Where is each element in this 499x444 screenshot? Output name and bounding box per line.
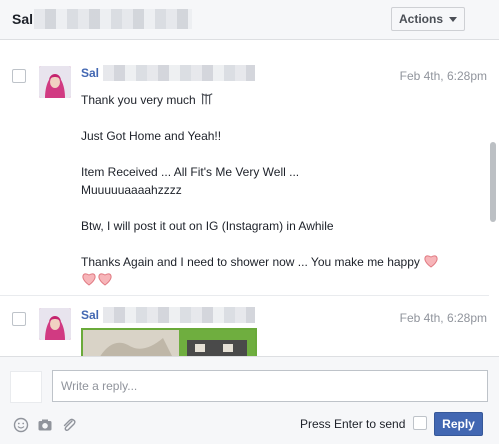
avatar[interactable]	[39, 66, 71, 98]
message-item: Sal Feb 4th, 6:28pm Thank you very much …	[0, 41, 489, 295]
message-line: Item Received ... All Fit's Me Very Well…	[81, 165, 300, 179]
sender-name[interactable]: Sal	[81, 66, 99, 80]
message-thread[interactable]: Sal Feb 4th, 6:28pm Thank you very much …	[0, 41, 499, 356]
message-timestamp: Feb 4th, 6:28pm	[399, 69, 487, 83]
heart-icon	[98, 273, 112, 286]
redacted-name-blur	[103, 307, 255, 323]
reply-button[interactable]: Reply	[434, 412, 483, 436]
message-line: Muuuuuaaaahzzzz	[81, 183, 182, 197]
photo-attachment[interactable]	[81, 328, 257, 356]
reply-input[interactable]	[52, 370, 488, 402]
message-line: Thanks Again and I need to shower now ..…	[81, 255, 420, 269]
bow-emoticon-icon	[201, 93, 213, 105]
message-select-checkbox[interactable]	[12, 69, 26, 83]
press-enter-label: Press Enter to send	[300, 417, 406, 431]
my-avatar	[10, 371, 42, 403]
camera-icon[interactable]	[37, 417, 53, 433]
chevron-down-icon	[449, 16, 457, 22]
actions-button[interactable]: Actions	[391, 7, 465, 31]
redacted-name-blur	[103, 65, 255, 81]
message-timestamp: Feb 4th, 6:28pm	[399, 311, 487, 325]
heart-icon	[82, 273, 96, 286]
message-line: Thank you very much	[81, 93, 196, 107]
conversation-header: Sal Actions	[0, 0, 499, 40]
thread-scrollbar[interactable]	[490, 142, 496, 222]
redacted-name-blur	[34, 9, 192, 29]
press-enter-checkbox[interactable]	[413, 416, 427, 430]
reply-composer: Press Enter to send Reply	[0, 356, 499, 444]
message-select-checkbox[interactable]	[12, 312, 26, 326]
heart-icon	[424, 255, 438, 268]
avatar[interactable]	[39, 308, 71, 340]
message-body: Thank you very much Just Got Home and Ye…	[81, 91, 481, 289]
message-line: Just Got Home and Yeah!!	[81, 129, 222, 143]
paperclip-icon[interactable]	[61, 417, 77, 433]
smiley-icon[interactable]	[13, 417, 29, 433]
sender-name[interactable]: Sal	[81, 308, 99, 322]
actions-label: Actions	[398, 12, 443, 26]
conversation-title[interactable]: Sal	[12, 11, 33, 27]
message-line: Btw, I will post it out on IG (Instagram…	[81, 219, 334, 233]
